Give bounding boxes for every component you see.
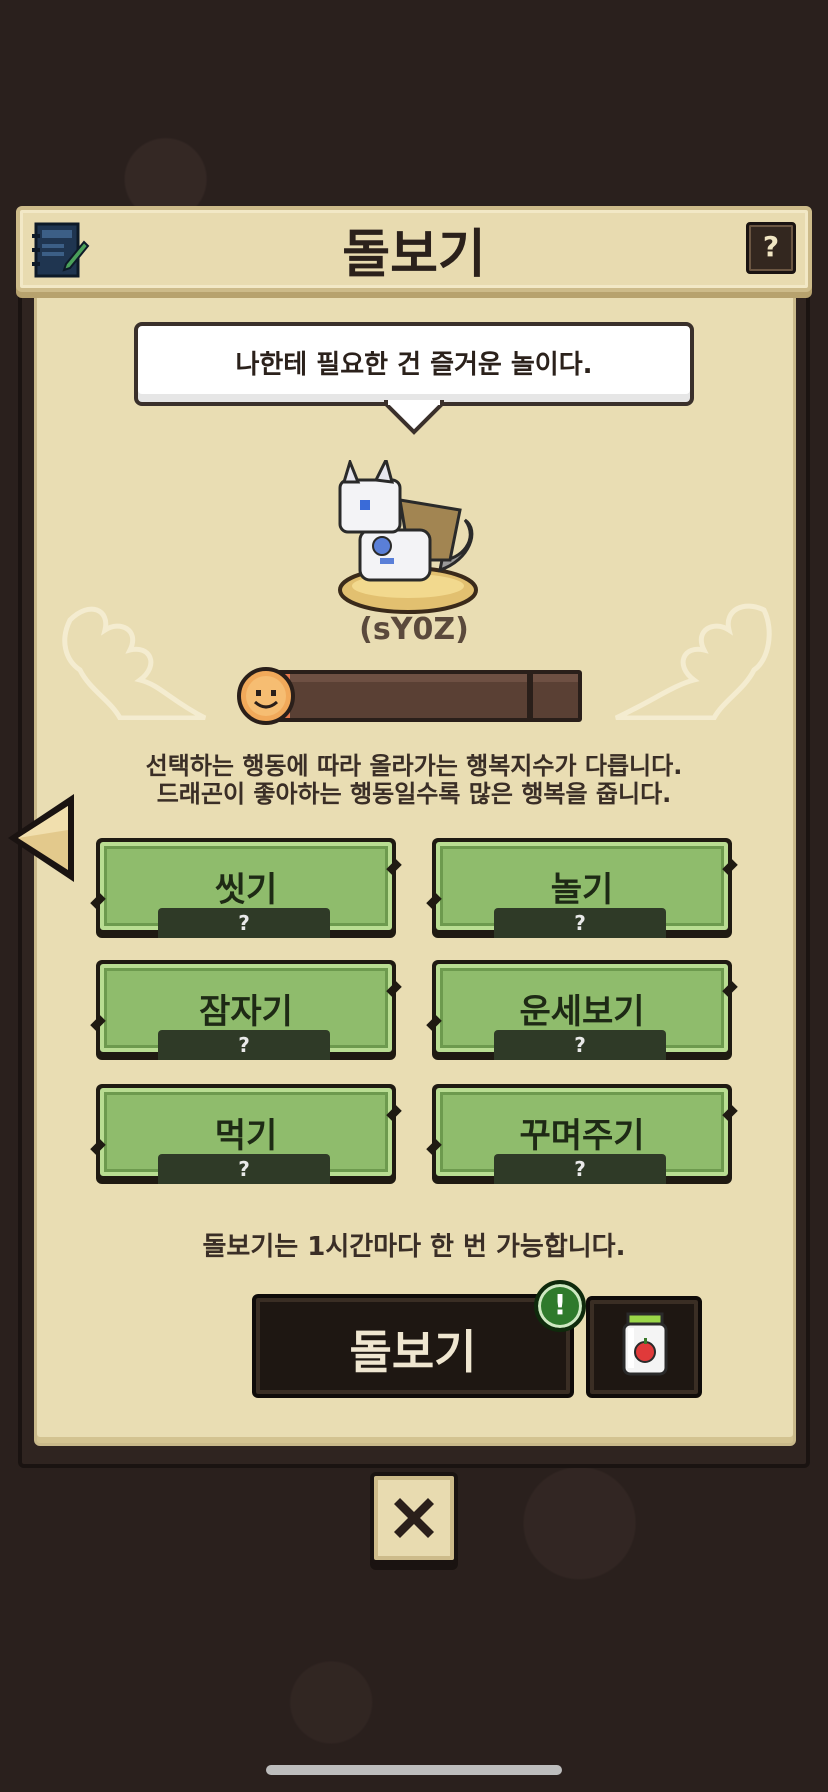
action-label: 씻기 — [214, 870, 278, 910]
dragon-sprite — [338, 460, 478, 614]
care-info-text: 선택하는 행동에 따라 올라가는 행복지수가 다릅니다. 드래곤이 좋아하는 행… — [0, 752, 828, 808]
action-label: 먹기 — [214, 1116, 278, 1156]
cooldown-note: 돌보기는 1시간마다 한 번 가능합니다. — [202, 1232, 626, 1262]
apple-jar-icon — [622, 1312, 668, 1376]
speech-bubble-tail — [384, 400, 444, 435]
happiness-bar-divider — [527, 674, 533, 718]
action-decorate-button[interactable]: 꾸며주기 ? — [426, 1084, 738, 1184]
help-button[interactable]: ? — [746, 222, 796, 274]
happiness-bar — [268, 670, 582, 722]
page-title: 돌보기 — [342, 225, 486, 285]
smiley-icon — [237, 667, 295, 725]
action-badge: ? — [158, 1154, 330, 1184]
action-sleep-button[interactable]: 잠자기 ? — [90, 960, 402, 1060]
speech-text: 나한테 필요한 건 즐거운 놀이다. — [235, 350, 593, 380]
previous-arrow-icon[interactable] — [4, 790, 80, 886]
action-badge: ? — [494, 908, 666, 938]
action-badge: ? — [494, 1154, 666, 1184]
action-play-button[interactable]: 놀기 ? — [426, 838, 738, 938]
action-fortune-button[interactable]: 운세보기 ? — [426, 960, 738, 1060]
action-label: 놀기 — [550, 870, 614, 910]
care-info-line-2: 드래곤이 좋아하는 행동일수록 많은 행복을 줍니다. — [156, 780, 672, 808]
care-info-line-1: 선택하는 행동에 따라 올라가는 행복지수가 다릅니다. — [145, 752, 683, 780]
action-label: 운세보기 — [519, 992, 645, 1032]
action-label: 잠자기 — [199, 992, 293, 1032]
action-badge: ? — [158, 908, 330, 938]
dragon-name: (sY0Z) — [359, 612, 469, 647]
care-button-label: 돌보기 — [349, 1325, 477, 1379]
home-indicator[interactable] — [266, 1765, 562, 1775]
action-badge: ? — [494, 1030, 666, 1060]
action-badge: ? — [158, 1030, 330, 1060]
action-eat-button[interactable]: 먹기 ? — [90, 1084, 402, 1184]
alert-icon: ! — [534, 1280, 586, 1332]
action-wash-button[interactable]: 씻기 ? — [90, 838, 402, 938]
action-label: 꾸며주기 — [519, 1116, 645, 1156]
close-icon — [394, 1498, 434, 1538]
